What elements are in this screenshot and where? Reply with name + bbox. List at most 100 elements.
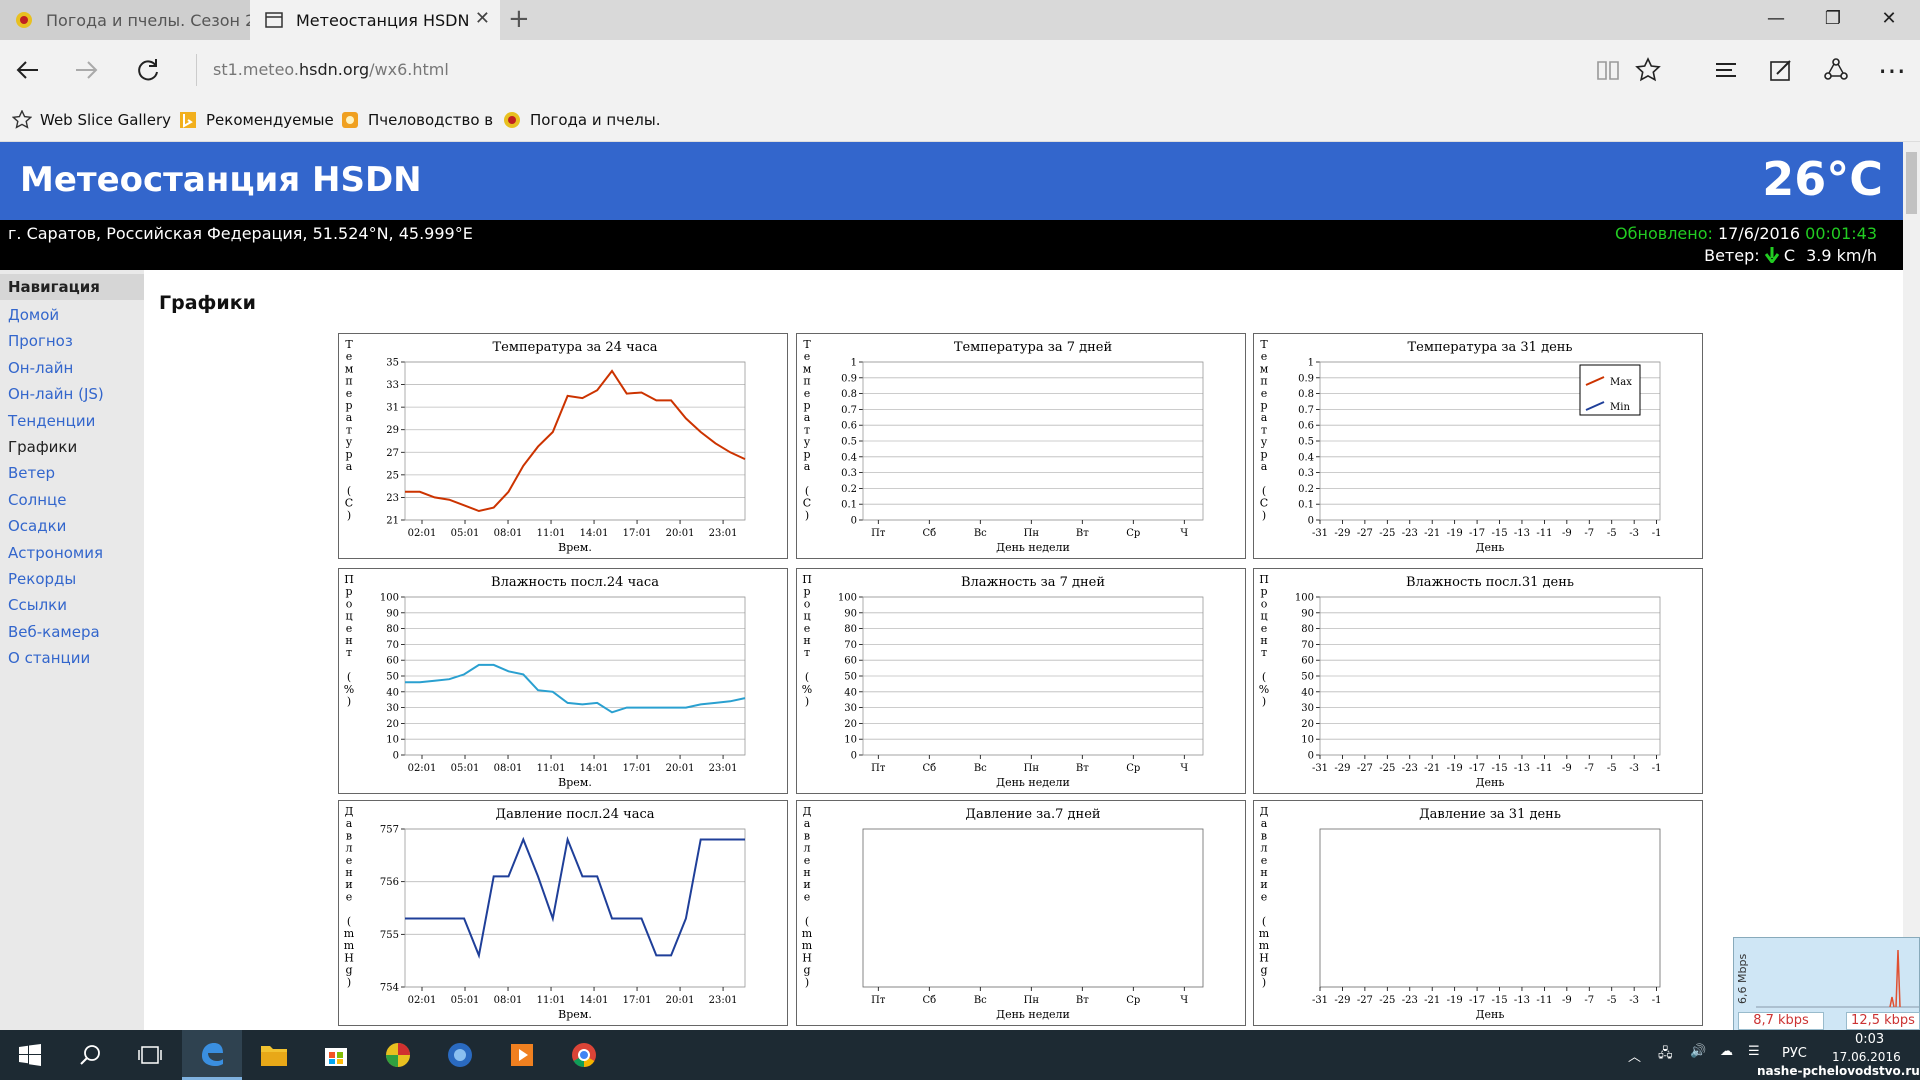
- series-line: [405, 835, 745, 959]
- x-tick-label: Пн: [1024, 995, 1040, 1006]
- y-tick-label: 70: [1301, 640, 1314, 651]
- y-axis-label-char: у: [1261, 436, 1268, 449]
- y-axis-label-char: р: [345, 448, 352, 461]
- y-tick-label: 0: [851, 751, 857, 762]
- x-tick-label: -5: [1607, 995, 1617, 1006]
- hub-menu-icon[interactable]: [1706, 50, 1746, 90]
- y-axis-label-char: т: [804, 423, 810, 436]
- sidebar-item[interactable]: Графики: [8, 438, 77, 456]
- y-tick-label: 0.8: [1298, 389, 1314, 400]
- sidebar-item[interactable]: О станции: [8, 649, 90, 667]
- sidebar-item[interactable]: Тенденции: [8, 412, 95, 430]
- x-tick-label: Вт: [1076, 763, 1089, 774]
- page-title: Графики: [159, 292, 256, 314]
- chrome-icon[interactable]: [554, 1030, 614, 1080]
- x-tick-label: Пт: [871, 528, 886, 539]
- y-axis-label-char: о: [346, 597, 353, 610]
- clock-time[interactable]: 0:03: [1855, 1032, 1884, 1047]
- store-icon[interactable]: [306, 1030, 366, 1080]
- fav-web-slice-gallery[interactable]: Web Slice Gallery: [12, 108, 171, 132]
- clock-date[interactable]: 17.06.2016: [1832, 1050, 1901, 1064]
- task-view-icon[interactable]: [120, 1030, 180, 1080]
- page-scrollbar[interactable]: [1903, 142, 1920, 1030]
- sidebar-item[interactable]: Он-лайн: [8, 359, 73, 377]
- app-colorful-icon[interactable]: [368, 1030, 428, 1080]
- share-icon[interactable]: [1816, 50, 1856, 90]
- x-tick-label: -11: [1536, 763, 1552, 774]
- x-tick-label: Сб: [922, 995, 936, 1006]
- sidebar-item[interactable]: Ссылки: [8, 596, 67, 614]
- language-indicator[interactable]: РУС: [1782, 1046, 1807, 1061]
- y-tick-label: 0.8: [841, 389, 857, 400]
- file-explorer-icon[interactable]: [244, 1030, 304, 1080]
- sidebar-item[interactable]: Домой: [8, 306, 59, 324]
- x-tick-label: 14:01: [580, 995, 609, 1006]
- tab-meteo[interactable]: Метеостанция HSDN ✕: [250, 0, 500, 40]
- y-axis-label-char: п: [1260, 375, 1267, 388]
- edge-browser-icon[interactable]: [182, 1030, 242, 1080]
- web-note-icon[interactable]: [1761, 50, 1801, 90]
- y-axis-label: Давление(mmHg): [344, 805, 355, 989]
- close-tab-icon[interactable]: ✕: [475, 8, 490, 29]
- close-window-button[interactable]: ✕: [1866, 8, 1912, 29]
- reading-view-icon[interactable]: [1588, 50, 1628, 90]
- fav-recommended[interactable]: Рекомендуемые: [178, 108, 334, 132]
- notifications-icon[interactable]: ☰: [1748, 1044, 1760, 1059]
- network-tray-icon[interactable]: 🖧: [1658, 1044, 1673, 1066]
- favorite-star-icon[interactable]: [1628, 50, 1668, 90]
- maximize-button[interactable]: ❐: [1810, 8, 1856, 29]
- tab-label: Погода и пчелы. Сезон 20': [46, 10, 250, 30]
- y-axis-label-char: н: [345, 634, 352, 647]
- x-tick-label: 02:01: [408, 763, 437, 774]
- sidebar-item[interactable]: Рекорды: [8, 570, 76, 588]
- scrollbar-thumb[interactable]: [1906, 152, 1917, 214]
- updated-status: Обновлено: 17/6/2016 00:01:43: [1615, 224, 1877, 243]
- weather-tray-icon[interactable]: ☁: [1720, 1044, 1733, 1059]
- fav-beekeeping[interactable]: Пчеловодство в: [340, 108, 493, 132]
- y-axis-label-char: (: [805, 915, 809, 928]
- address-bar[interactable]: st1.meteo.hsdn.org/wx6.html: [196, 54, 1476, 86]
- sidebar-item[interactable]: Солнце: [8, 491, 66, 509]
- y-tick-label: 35: [386, 358, 399, 369]
- y-axis-label-char: Д: [1260, 805, 1269, 818]
- series-line: [405, 369, 746, 513]
- y-axis-label-char: ): [805, 695, 809, 708]
- y-axis-label-char: е: [1261, 387, 1268, 400]
- x-tick-label: -21: [1424, 528, 1440, 539]
- chart-pressure-31d: Давление за 31 день Да в л е н и е(m m Hg) -31 -29-…: [1253, 800, 1703, 1026]
- updated-time: 00:01:43: [1805, 224, 1877, 243]
- x-tick-label: -17: [1469, 528, 1485, 539]
- x-axis-label: День: [1476, 776, 1505, 789]
- series-line: [405, 663, 746, 714]
- more-menu-icon[interactable]: ⋯: [1872, 50, 1912, 90]
- taskbar: ︿ 🖧 🔊 ☁ ☰ РУС 0:03 17.06.2016 nashe-pche…: [0, 1030, 1920, 1080]
- y-axis-label-char: Д: [803, 805, 812, 818]
- sidebar-item[interactable]: Веб-камера: [8, 623, 100, 641]
- y-axis-label-char: л: [346, 842, 353, 855]
- sidebar-item[interactable]: Прогноз: [8, 332, 73, 350]
- search-icon[interactable]: [60, 1030, 120, 1080]
- app-blue-globe-icon[interactable]: [430, 1030, 490, 1080]
- volume-icon[interactable]: 🔊: [1690, 1044, 1706, 1059]
- x-tick-label: 08:01: [494, 763, 523, 774]
- x-tick-label: -27: [1357, 995, 1373, 1006]
- fav-weather-bees[interactable]: Погода и пчелы.: [502, 108, 660, 132]
- tray-chevron-icon[interactable]: ︿: [1628, 1046, 1641, 1065]
- x-tick-label: -19: [1447, 528, 1463, 539]
- y-axis-label-char: С: [803, 497, 811, 510]
- back-icon[interactable]: [8, 50, 48, 90]
- forward-icon[interactable]: [66, 50, 106, 90]
- refresh-icon[interactable]: [128, 50, 168, 90]
- minimize-button[interactable]: —: [1753, 8, 1799, 29]
- media-player-icon[interactable]: [492, 1030, 552, 1080]
- tab-pogoda[interactable]: Погода и пчелы. Сезон 20': [0, 0, 250, 40]
- start-windows-icon[interactable]: [0, 1030, 60, 1080]
- new-tab-button[interactable]: +: [508, 4, 530, 34]
- favorites-bar: Web Slice Gallery Рекомендуемые Пчеловод…: [0, 98, 1920, 142]
- sidebar-item[interactable]: Осадки: [8, 517, 66, 535]
- sidebar-item[interactable]: Ветер: [8, 464, 55, 482]
- y-tick-label: 1: [1308, 358, 1314, 369]
- sidebar-item[interactable]: Он-лайн (JS): [8, 385, 104, 403]
- y-axis-label-char: н: [803, 866, 810, 879]
- sidebar-item[interactable]: Астрономия: [8, 544, 103, 562]
